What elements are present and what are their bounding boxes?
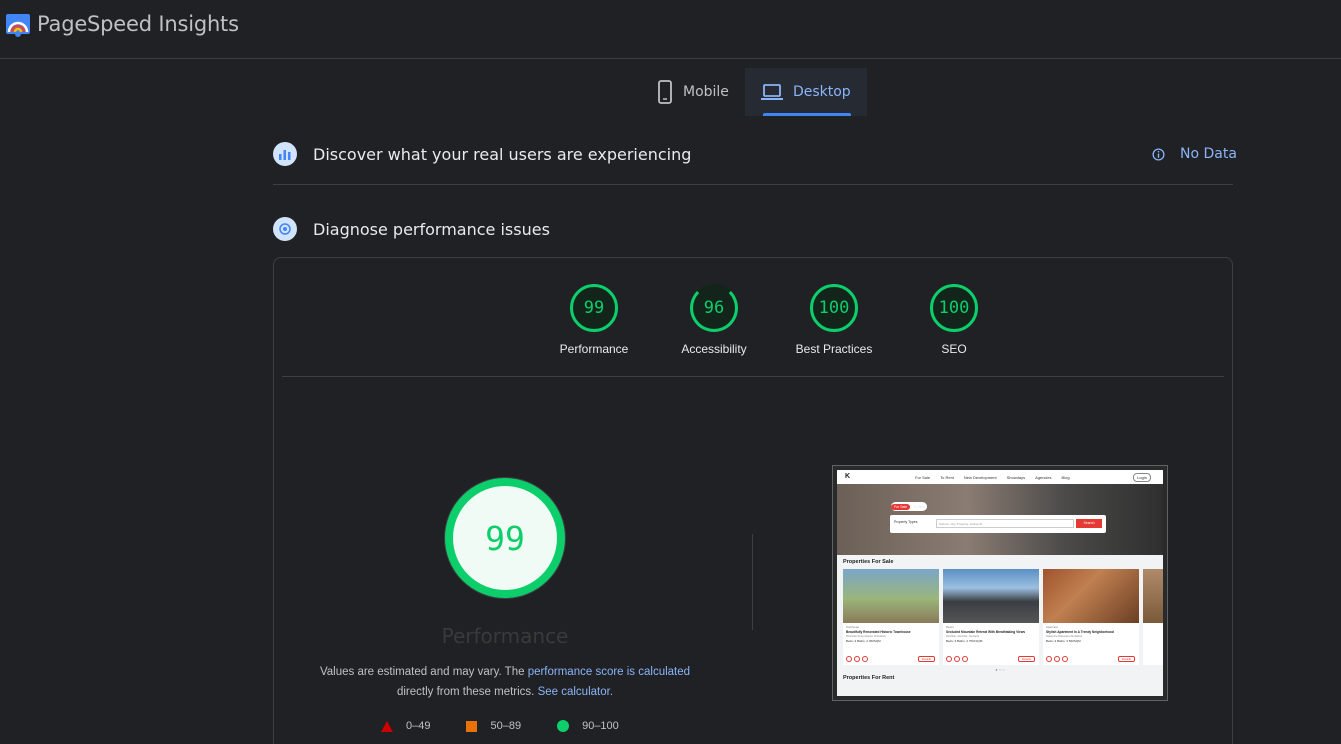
screenshot-nav-link: New Development bbox=[963, 475, 997, 480]
gauge-label: Performance bbox=[559, 342, 629, 356]
screenshot-nav-link: Agencies bbox=[1035, 475, 1052, 480]
screenshot-toggle: For Sale To Rent bbox=[891, 502, 927, 511]
note-text-1: Values are estimated and may vary. The bbox=[319, 666, 528, 678]
gauge-score: 100 bbox=[930, 284, 978, 332]
screenshot-section-rent: Properties For Rent bbox=[843, 675, 895, 681]
screenshot-nav-link: Showdays bbox=[1006, 475, 1026, 480]
gauge-performance[interactable]: 99 Performance bbox=[534, 284, 654, 356]
screenshot-card: Townhouse Beautifully Renovated Historic… bbox=[843, 569, 939, 665]
legend-label: 0–49 bbox=[406, 720, 431, 732]
gauge-accessibility[interactable]: 96 Accessibility bbox=[654, 284, 774, 356]
screenshot-card: Apartment Stylish Apartment In A Trendy … bbox=[1043, 569, 1139, 665]
gauge-score: 99 bbox=[570, 284, 618, 332]
field-data-title: Discover what your real users are experi… bbox=[313, 144, 692, 164]
circle-icon bbox=[557, 720, 570, 732]
gauge-seo[interactable]: 100 SEO bbox=[894, 284, 1014, 356]
screenshot-card-icons bbox=[946, 656, 970, 662]
legend-label: 90–100 bbox=[582, 720, 619, 732]
screenshot-card-title: Secluded Mountain Retreat With Breathtak… bbox=[946, 630, 1026, 634]
no-data-status[interactable]: No Data bbox=[1152, 146, 1237, 162]
screenshot-property-types: Property Types bbox=[894, 520, 918, 524]
screenshot-card-specs: Beds: 3 Baths: 2 7501SQM bbox=[946, 639, 983, 643]
score-note: Values are estimated and may vary. The p… bbox=[294, 662, 716, 702]
score-calculated-link[interactable]: performance score is calculated bbox=[528, 666, 690, 678]
screenshot-card: Resort Secluded Mountain Retreat With Br… bbox=[943, 569, 1039, 665]
performance-big-score: 99 bbox=[485, 518, 525, 558]
screenshot-login: Login bbox=[1133, 473, 1151, 482]
screenshot-card-details: Details bbox=[1117, 656, 1135, 662]
gauge-label: Accessibility bbox=[681, 342, 747, 356]
top-bar: PageSpeed Insights bbox=[0, 0, 1341, 59]
note-text-2: directly from these metrics. bbox=[396, 686, 538, 698]
final-screenshot[interactable]: K For Sale To Rent New Development Showd… bbox=[832, 465, 1168, 701]
legend-fail: 0–49 bbox=[381, 720, 430, 732]
performance-big-gauge: 99 bbox=[445, 478, 565, 598]
screenshot-cards: Townhouse Beautifully Renovated Historic… bbox=[837, 569, 1163, 665]
category-gauges: 99 Performance 96 Accessibility 100 Best… bbox=[534, 284, 1014, 356]
screenshot-card-specs: Beds: 3 Baths: 2 450SQM bbox=[846, 639, 881, 643]
screenshot-card-image bbox=[943, 569, 1039, 623]
users-chart-icon bbox=[273, 142, 297, 166]
screenshot-card-image bbox=[1043, 569, 1139, 623]
screenshot-carousel-dots: ● ○ ○ bbox=[995, 667, 1005, 672]
field-data-header[interactable]: Discover what your real users are experi… bbox=[273, 142, 691, 166]
legend-average: 50–89 bbox=[466, 720, 521, 732]
pagespeed-logo-icon[interactable] bbox=[6, 14, 30, 38]
screenshot-nav: K For Sale To Rent New Development Showd… bbox=[837, 470, 1163, 484]
screenshot-nav-link: To Rent bbox=[940, 475, 954, 480]
screenshot-card-specs: Beds: 3 Baths: 3 500SQM bbox=[1046, 639, 1081, 643]
lab-data-header[interactable]: Diagnose performance issues bbox=[273, 217, 550, 241]
no-data-label: No Data bbox=[1180, 146, 1237, 162]
screenshot-card-image bbox=[1143, 569, 1163, 623]
diagnose-icon bbox=[273, 217, 297, 241]
tab-desktop[interactable]: Desktop bbox=[744, 68, 867, 116]
screenshot-nav-link: For Sale bbox=[915, 475, 931, 480]
section-divider bbox=[273, 184, 1233, 185]
lab-panel: 99 Performance 96 Accessibility 100 Best… bbox=[273, 257, 1233, 744]
phone-icon bbox=[658, 80, 672, 104]
gauge-best-practices[interactable]: 100 Best Practices bbox=[774, 284, 894, 356]
legend-label: 50–89 bbox=[490, 720, 522, 732]
performance-big-label: Performance bbox=[441, 624, 569, 648]
score-legend: 0–49 50–89 90–100 bbox=[381, 720, 655, 732]
screenshot-card-details: Details bbox=[1017, 656, 1035, 662]
triangle-icon bbox=[381, 720, 393, 732]
screenshot-search: Property Types Suburb, City, Property, L… bbox=[890, 515, 1106, 533]
screenshot-card-icons bbox=[846, 656, 870, 662]
tab-mobile-label: Mobile bbox=[683, 84, 729, 100]
gauge-score: 100 bbox=[810, 284, 858, 332]
screenshot-toggle-rent: To Rent bbox=[913, 504, 926, 509]
screenshot-card-details: Details bbox=[917, 656, 935, 662]
tab-mobile[interactable]: Mobile bbox=[641, 68, 745, 116]
vertical-divider bbox=[752, 534, 753, 630]
tab-desktop-label: Desktop bbox=[792, 84, 851, 100]
screenshot-card-icons bbox=[1046, 656, 1070, 662]
screenshot-search-button: Search bbox=[1076, 519, 1102, 528]
screenshot-nav-links: For Sale To Rent New Development Showday… bbox=[915, 475, 1080, 480]
gauge-label: Best Practices bbox=[795, 342, 873, 356]
screenshot-hero: For Sale To Rent Property Types Suburb, … bbox=[837, 484, 1163, 555]
screenshot-section-sale: Properties For Sale bbox=[843, 559, 894, 565]
legend-pass: 90–100 bbox=[557, 720, 619, 732]
screenshot-toggle-sale: For Sale bbox=[891, 503, 911, 510]
gauge-score: 96 bbox=[690, 284, 738, 332]
device-tabs: Mobile Desktop bbox=[641, 68, 867, 116]
screenshot-card-image bbox=[843, 569, 939, 623]
screenshot-nav-link: Blog bbox=[1061, 475, 1070, 480]
square-icon bbox=[466, 720, 478, 732]
screenshot-card-partial bbox=[1143, 569, 1163, 665]
screenshot-logo: K bbox=[845, 473, 851, 480]
lab-data-title: Diagnose performance issues bbox=[313, 219, 550, 239]
gauge-label: SEO bbox=[941, 342, 967, 356]
brand-title[interactable]: PageSpeed Insights bbox=[37, 12, 239, 36]
screenshot-page: K For Sale To Rent New Development Showd… bbox=[837, 470, 1163, 696]
gauge-divider bbox=[282, 376, 1224, 377]
see-calculator-link[interactable]: See calculator. bbox=[538, 686, 613, 698]
screenshot-search-input: Suburb, City, Property, Listing ID bbox=[936, 519, 1074, 528]
info-icon bbox=[1152, 147, 1165, 161]
laptop-icon bbox=[760, 84, 783, 100]
